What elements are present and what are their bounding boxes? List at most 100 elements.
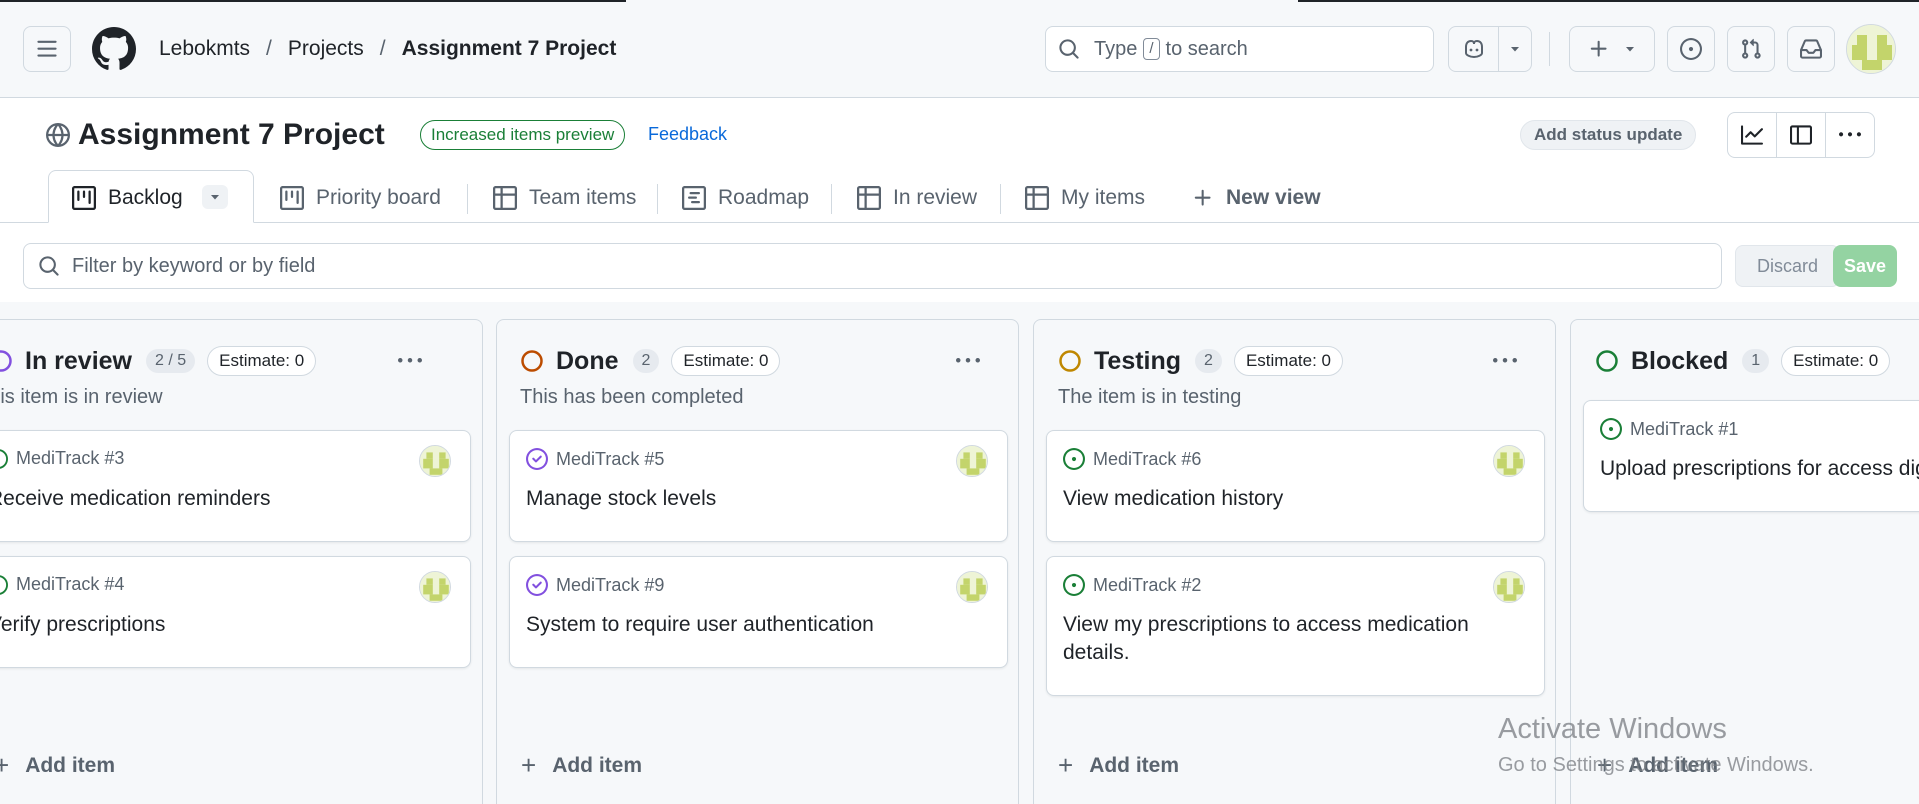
kebab-horizontal-icon — [1493, 358, 1517, 363]
tab-team-items[interactable]: Team items — [493, 182, 636, 214]
plus-icon: + — [521, 750, 537, 780]
card-assignee-avatar[interactable] — [1493, 571, 1525, 603]
card-reference: MediTrack #2 — [1063, 574, 1201, 596]
feedback-link[interactable]: Feedback — [648, 124, 727, 145]
card-title[interactable]: View medication history — [1063, 485, 1283, 513]
plus-icon — [1590, 40, 1607, 57]
tab-roadmap[interactable]: Roadmap — [682, 182, 809, 214]
board-column-testing: Testing 2 Estimate: 0 The item is in tes… — [1033, 319, 1556, 804]
issue-closed-icon — [526, 574, 548, 596]
card-title[interactable]: Verify prescriptions — [0, 611, 165, 639]
column-more-button[interactable] — [395, 348, 425, 374]
card-assignee-avatar[interactable] — [419, 445, 451, 477]
issue-opened-icon — [0, 448, 8, 469]
search-suffix: to search — [1165, 37, 1248, 60]
tab-priority-board[interactable]: Priority board — [280, 182, 441, 214]
board-card[interactable]: MediTrack #9 System to require user auth… — [509, 556, 1008, 668]
column-description: This has been completed — [520, 386, 744, 408]
card-assignee-avatar[interactable] — [419, 571, 451, 603]
breadcrumb-separator: / — [379, 37, 386, 60]
breadcrumb-projects[interactable]: Projects — [288, 37, 364, 61]
tab-in-review[interactable]: In review — [857, 182, 977, 214]
card-assignee-avatar[interactable] — [956, 445, 988, 477]
tab-backlog[interactable]: Backlog — [72, 182, 183, 214]
card-assignee-avatar[interactable] — [956, 571, 988, 603]
add-item-button[interactable]: + Add item — [0, 750, 115, 781]
card-reference: MediTrack #5 — [526, 448, 664, 470]
card-title[interactable]: Upload prescriptions for access digitall… — [1600, 455, 1919, 483]
tab-roadmap-label: Roadmap — [718, 186, 810, 209]
project-more-button[interactable] — [1826, 113, 1874, 157]
issues-button[interactable] — [1667, 26, 1715, 72]
inbox-button[interactable] — [1787, 26, 1835, 72]
search-icon — [1059, 39, 1079, 59]
column-more-button[interactable] — [1490, 348, 1520, 374]
board-card[interactable]: MediTrack #5 Manage stock levels — [509, 430, 1008, 542]
create-new-button[interactable] — [1569, 26, 1655, 72]
board-card[interactable]: MediTrack #3 Receive medication reminder… — [0, 430, 471, 542]
card-ref-text: MediTrack #3 — [16, 448, 125, 468]
kebab-horizontal-icon — [956, 358, 980, 363]
column-header: In review 2 / 5 Estimate: 0 — [0, 344, 317, 378]
plus-icon: + — [0, 750, 10, 780]
card-title[interactable]: System to require user authentication — [526, 611, 874, 639]
global-search-input[interactable]: Type / to search — [1045, 26, 1434, 72]
board-card[interactable]: MediTrack #6 View medication history — [1046, 430, 1545, 542]
user-avatar[interactable] — [1846, 24, 1896, 74]
github-logo-icon[interactable] — [92, 27, 136, 71]
view-options-button[interactable] — [202, 185, 228, 209]
add-status-update-button[interactable]: Add status update — [1520, 120, 1697, 150]
tab-team-items-label: Team items — [529, 186, 637, 209]
tab-my-items[interactable]: My items — [1025, 182, 1145, 214]
column-name: Done — [556, 346, 619, 375]
board-card[interactable]: MediTrack #2 View my prescriptions to ac… — [1046, 556, 1545, 696]
identicon-avatar-icon — [420, 572, 450, 602]
kebab-horizontal-icon — [1839, 132, 1861, 137]
column-item-count: 2 — [1195, 349, 1222, 373]
globe-icon — [46, 123, 70, 147]
card-reference: MediTrack #3 — [0, 448, 124, 469]
identicon-avatar-icon — [957, 446, 987, 476]
copilot-menu-button[interactable] — [1499, 43, 1531, 55]
breadcrumb-current-project[interactable]: Assignment 7 Project — [402, 37, 617, 61]
add-item-button[interactable]: + Add item — [521, 750, 642, 781]
save-button[interactable]: Save — [1833, 245, 1897, 287]
global-header: Lebokmts / Projects / Assignment 7 Proje… — [0, 0, 1919, 98]
status-circle-icon — [1596, 350, 1618, 372]
open-navigation-button[interactable] — [23, 26, 71, 72]
tab-in-review-label: In review — [893, 186, 978, 209]
status-circle-icon — [521, 350, 543, 372]
card-title[interactable]: Manage stock levels — [526, 485, 716, 513]
graph-icon — [1741, 125, 1763, 145]
project-actions-group — [1727, 112, 1875, 158]
copilot-button[interactable] — [1448, 26, 1532, 72]
card-assignee-avatar[interactable] — [1493, 445, 1525, 477]
breadcrumb-owner[interactable]: Lebokmts — [159, 37, 250, 61]
column-estimate: Estimate: 0 — [1233, 346, 1343, 376]
column-name: In review — [25, 346, 132, 375]
insights-button[interactable] — [1728, 113, 1777, 157]
filter-input[interactable]: Filter by keyword or by field — [23, 243, 1722, 289]
new-view-button[interactable]: New view — [1192, 182, 1321, 214]
board-card[interactable]: MediTrack #1 Upload prescriptions for ac… — [1583, 400, 1919, 512]
discard-button[interactable]: Discard — [1735, 245, 1840, 287]
identicon-avatar-icon — [1847, 25, 1895, 73]
add-item-button[interactable]: + Add item — [1058, 750, 1179, 781]
page-title[interactable]: Assignment 7 Project — [78, 118, 385, 152]
column-more-button[interactable] — [953, 348, 983, 374]
card-title[interactable]: View my prescriptions to access medicati… — [1063, 611, 1493, 667]
issue-closed-icon — [526, 448, 548, 470]
side-panel-button[interactable] — [1777, 113, 1826, 157]
pull-requests-button[interactable] — [1727, 26, 1775, 72]
add-item-button[interactable]: + Add item — [1597, 750, 1718, 781]
column-header: Testing 2 Estimate: 0 — [1058, 344, 1343, 378]
roadmap-icon — [682, 186, 706, 210]
card-title[interactable]: Receive medication reminders — [0, 485, 270, 513]
add-item-label: Add item — [552, 753, 643, 777]
issue-opened-icon — [1600, 418, 1622, 440]
copilot-chat-button[interactable] — [1449, 27, 1499, 71]
column-estimate: Estimate: 0 — [207, 346, 317, 376]
board-card[interactable]: MediTrack #4 Verify prescriptions — [0, 556, 471, 668]
identicon-avatar-icon — [420, 446, 450, 476]
tab-my-items-label: My items — [1061, 186, 1145, 209]
